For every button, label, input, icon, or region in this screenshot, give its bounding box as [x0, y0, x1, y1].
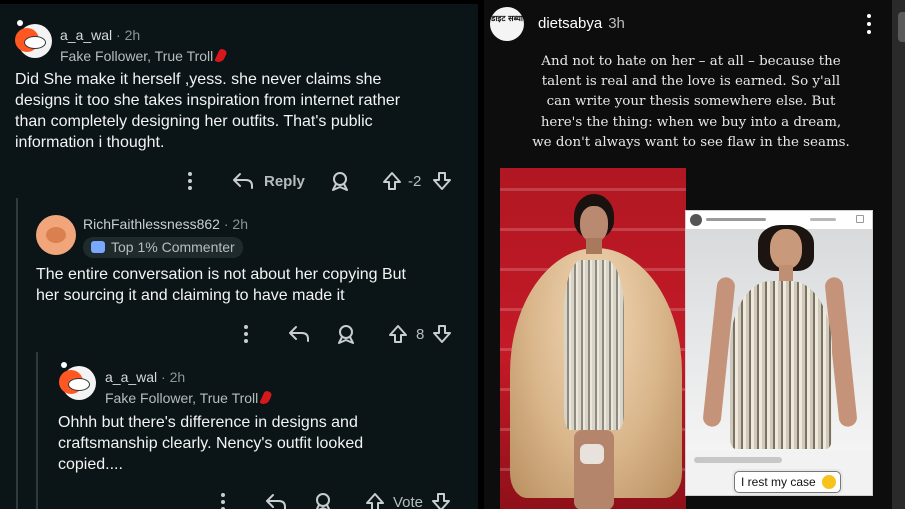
caption-line: And not to hate on her – at all – becaus…	[541, 54, 841, 69]
user-flair: Fake Follower, True Troll	[60, 47, 228, 65]
downvote-icon[interactable]	[432, 324, 452, 344]
username[interactable]: RichFaithlessness862	[83, 216, 220, 232]
thread-line[interactable]	[36, 352, 38, 509]
online-dot	[61, 362, 67, 368]
award-icon[interactable]	[336, 324, 356, 344]
upvote-icon[interactable]	[388, 324, 408, 344]
timestamp: 2h	[169, 369, 186, 385]
flair-text: Fake Follower, True Troll	[105, 390, 259, 406]
reddit-thread: a_a_wal · 2h Fake Follower, True Troll D…	[0, 0, 478, 509]
comment-line: copied....	[58, 456, 123, 473]
comment-line: Ohhh but there's difference in designs a…	[58, 414, 358, 431]
more-options-icon[interactable]	[244, 325, 248, 343]
avatar	[690, 214, 702, 226]
reply-button[interactable]: Reply	[264, 173, 305, 190]
top-status-strip	[0, 0, 478, 4]
comment-body: The entire conversation is not about her…	[36, 264, 466, 306]
comment-line: designs it too she takes inspiration fro…	[15, 92, 401, 109]
caption-line: here's the thing: when we buy into a dre…	[540, 114, 842, 130]
comment-author[interactable]: a_a_wal · 2h	[105, 369, 185, 385]
timestamp: 2h	[124, 27, 141, 43]
downvote-icon[interactable]	[431, 492, 451, 509]
chili-pepper-icon	[259, 389, 273, 407]
downvote-icon[interactable]	[432, 171, 452, 191]
comment-body: Did She make it herself ,yess. she never…	[15, 69, 470, 153]
more-options-icon[interactable]	[188, 172, 192, 190]
reference-screenshot: I rest my case	[685, 210, 873, 496]
comment-actions: Reply -2	[186, 170, 466, 194]
close-icon	[856, 215, 864, 223]
reply-icon[interactable]	[288, 325, 310, 343]
caption-line: can write your thesis somewhere else. Bu…	[546, 94, 836, 110]
badge-text: Top 1% Commenter	[111, 239, 235, 255]
laughing-emoji-icon	[821, 475, 836, 489]
more-options-icon[interactable]	[867, 14, 871, 36]
comment-line: craftsmanship clearly. Nency's outfit lo…	[58, 435, 364, 452]
sticker-text: I rest my case	[741, 475, 816, 489]
comment-line: Did She make it herself ,yess. she never…	[15, 71, 382, 88]
next-story-edge[interactable]	[892, 0, 905, 509]
avatar[interactable]	[15, 24, 52, 58]
chili-pepper-icon	[214, 47, 228, 65]
comment-author[interactable]: RichFaithlessness862 · 2h	[83, 216, 248, 232]
trophy-icon	[91, 241, 105, 253]
vote-button[interactable]: Vote	[393, 494, 423, 509]
clutch-bag	[580, 444, 604, 464]
vote-count: -2	[408, 173, 422, 190]
more-options-icon[interactable]	[221, 493, 225, 509]
award-icon[interactable]	[330, 171, 350, 191]
upvote-icon[interactable]	[365, 492, 385, 509]
flair-text: Fake Follower, True Troll	[60, 48, 214, 64]
reply-icon[interactable]	[232, 172, 254, 190]
story-caption: And not to hate on her – at all – becaus…	[526, 52, 856, 153]
logo-text: डाइट सब्या	[491, 14, 523, 23]
comment-line: The entire conversation is not about her…	[36, 266, 406, 283]
comment-body: Ohhh but there's difference in designs a…	[58, 412, 468, 475]
story-header: dietsabya 3h	[538, 15, 625, 32]
red-carpet-photo	[500, 168, 686, 509]
username[interactable]: a_a_wal	[105, 369, 157, 385]
user-flair: Fake Follower, True Troll	[105, 389, 273, 407]
comment-line: information i thought.	[15, 134, 165, 151]
comment-line: her sourcing it and claiming to have mad…	[36, 287, 345, 304]
comment-author[interactable]: a_a_wal · 2h	[60, 27, 140, 43]
top-commenter-badge[interactable]: Top 1% Commenter	[83, 237, 243, 258]
timestamp: 2h	[232, 216, 248, 232]
caption-sticker: I rest my case	[734, 471, 841, 493]
story-timestamp: 3h	[608, 15, 625, 32]
comment-actions: Vote	[219, 491, 469, 509]
username[interactable]: a_a_wal	[60, 27, 112, 43]
vote-count: 8	[416, 326, 425, 343]
comment-actions: 8	[242, 323, 466, 347]
caption-line: we don't always want to see flaw in the …	[532, 134, 850, 150]
avatar[interactable]	[59, 366, 96, 400]
caption-line: talent is real and the love is earned. S…	[541, 74, 841, 90]
thread-line[interactable]	[16, 198, 18, 509]
instagram-story: डाइट सब्या dietsabya 3h And not to hate o…	[484, 0, 892, 509]
reply-icon[interactable]	[265, 493, 287, 509]
story-username[interactable]: dietsabya	[538, 15, 602, 32]
avatar[interactable]	[36, 215, 76, 255]
comment-line: than completely designing her outfits. T…	[15, 113, 373, 130]
upvote-icon[interactable]	[382, 171, 402, 191]
online-dot	[17, 20, 23, 26]
award-icon[interactable]	[313, 492, 333, 509]
profile-logo[interactable]: डाइट सब्या	[490, 7, 524, 41]
